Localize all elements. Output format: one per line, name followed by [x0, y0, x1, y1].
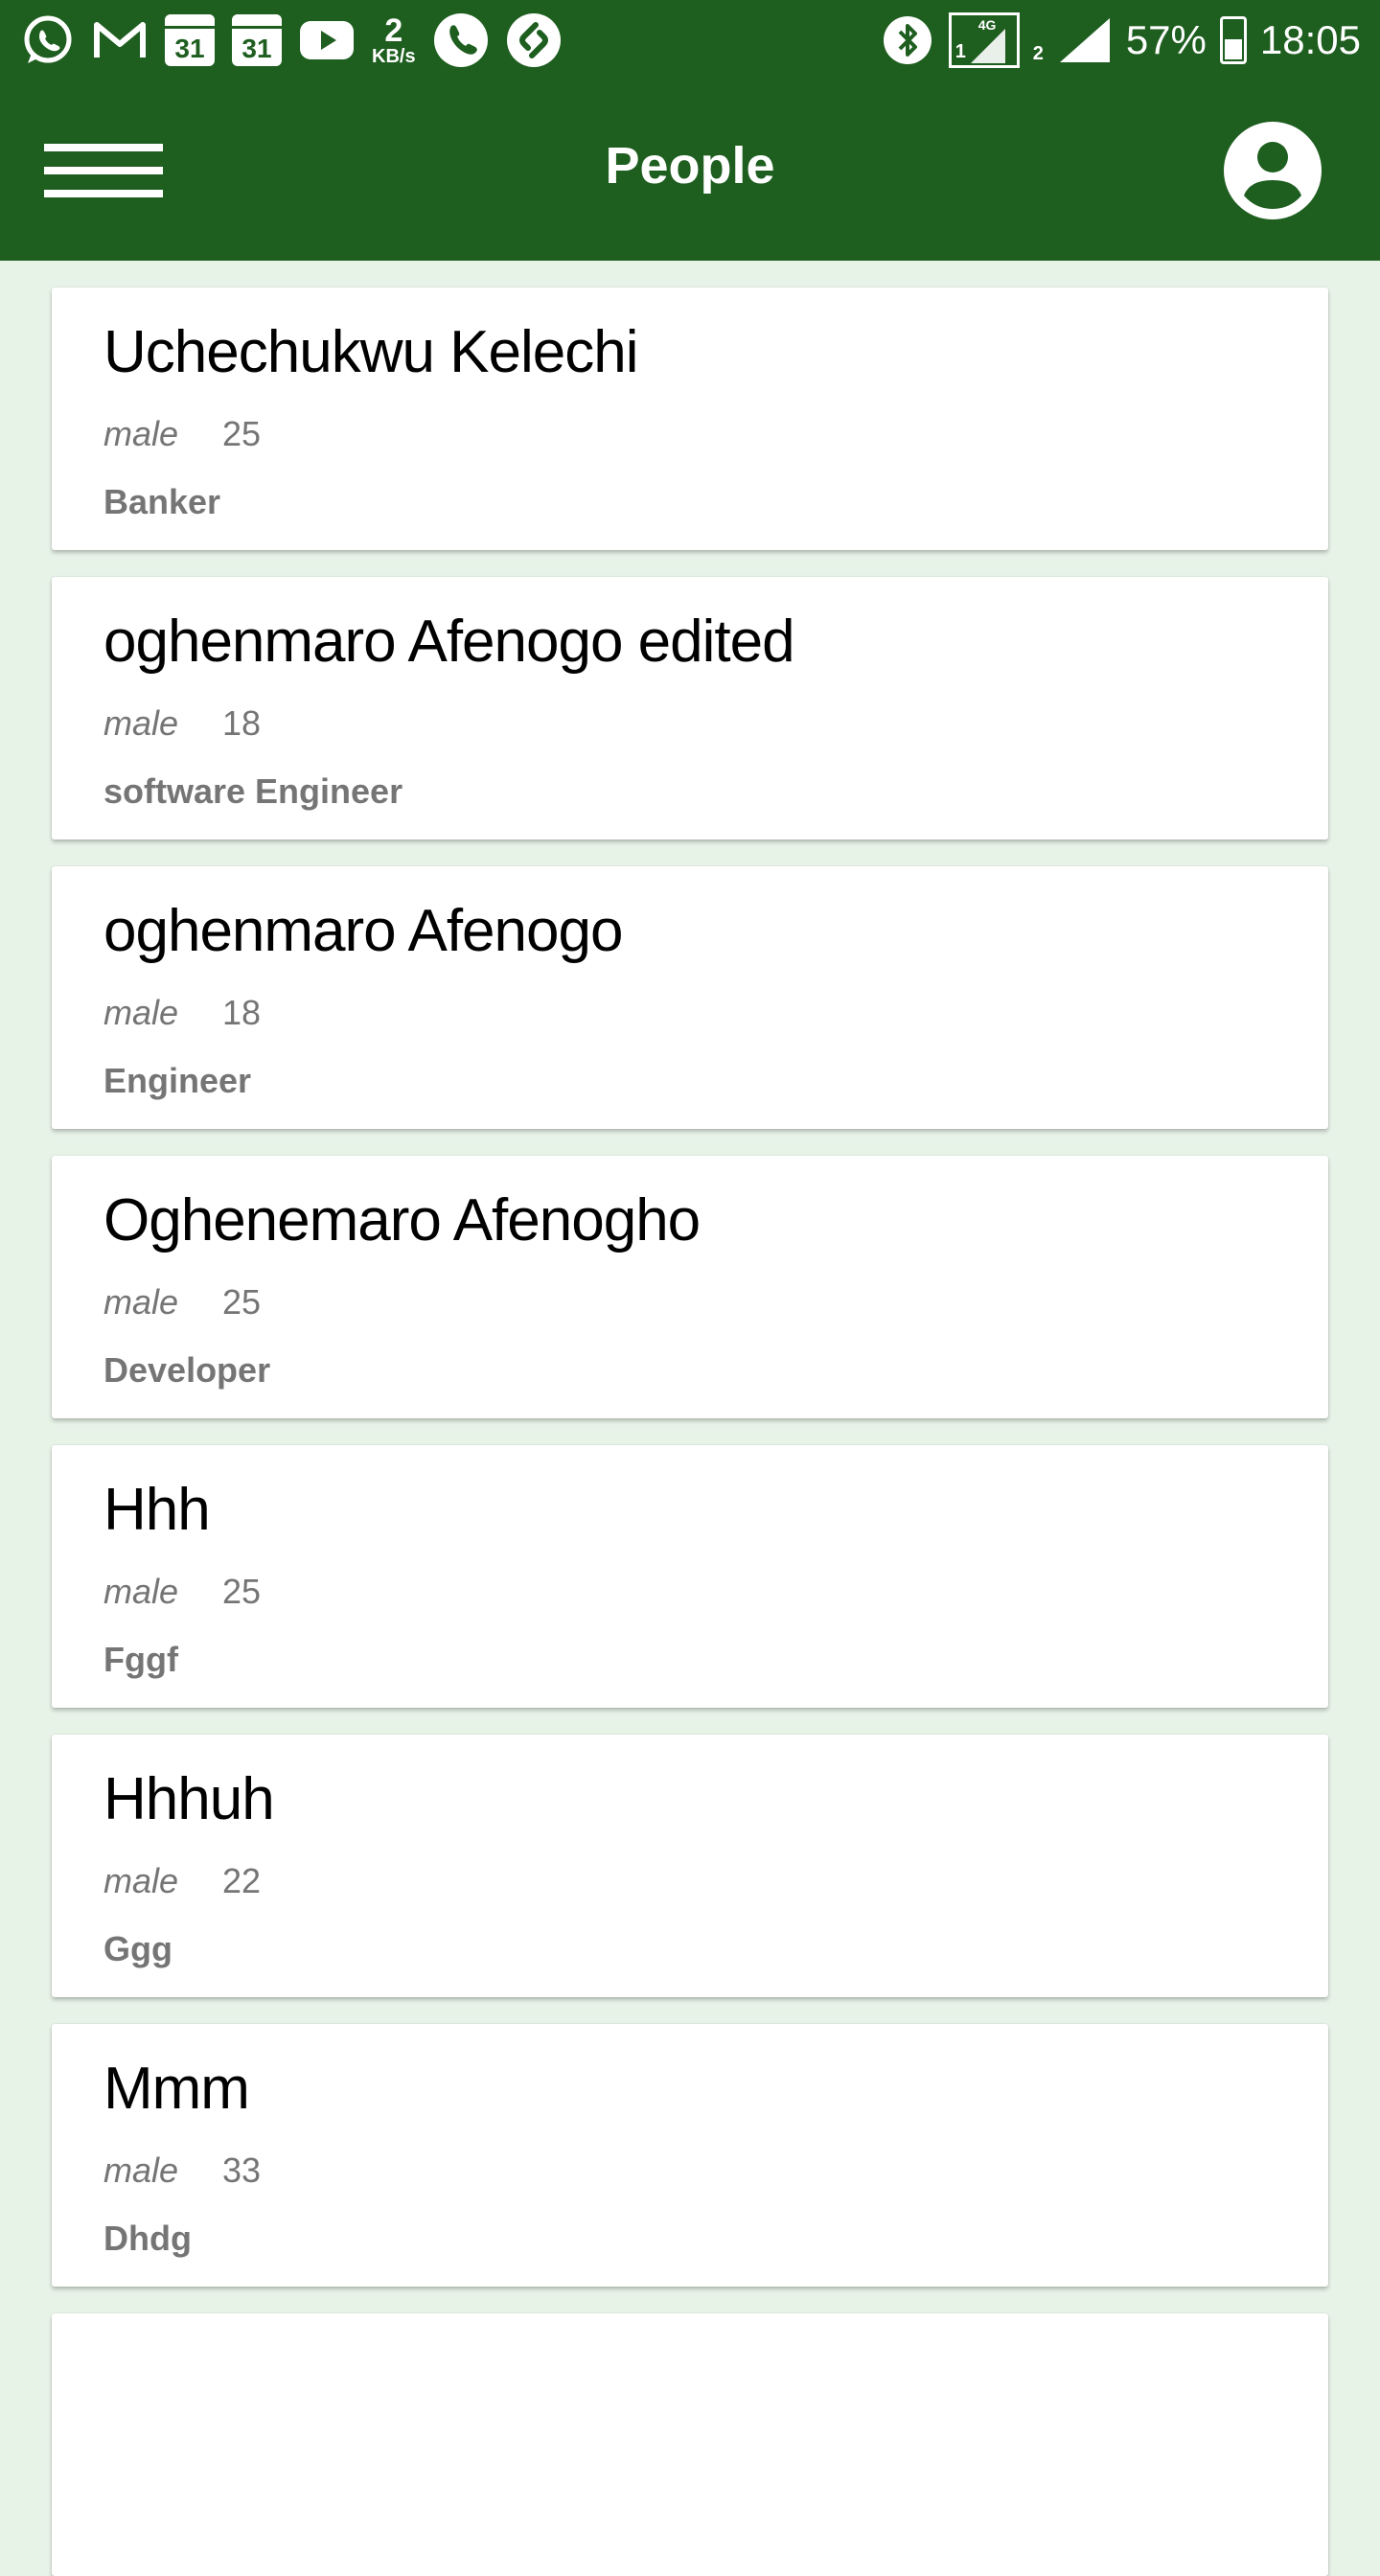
person-gender: male	[104, 1282, 179, 1322]
shazam-icon	[506, 12, 562, 68]
network-speed: 2 KB/s	[372, 14, 416, 66]
person-card[interactable]: Hhh male 25 Fggf	[52, 1445, 1328, 1708]
status-bar: 31 31 2 KB/s 4G 1 2 57% 18:05	[0, 0, 1380, 80]
person-occupation: Ggg	[104, 1929, 172, 1968]
person-gender: male	[104, 993, 179, 1032]
person-card[interactable]: Uchechukwu Kelechi male 25 Banker	[52, 288, 1328, 550]
person-age: 18	[222, 993, 262, 1032]
person-card[interactable]: Mmm male 33 Dhdg	[52, 2024, 1328, 2287]
person-card[interactable]: oghenmaro Afenogo edited male 18 software E…	[52, 577, 1328, 840]
system-status-icons: 4G 1 2 57% 18:05	[880, 10, 1361, 71]
person-card[interactable]: Oghenemaro Afenogho male 25 Developer	[52, 1156, 1328, 1418]
clock: 18:05	[1259, 17, 1361, 62]
battery-percent: 57%	[1125, 17, 1207, 62]
phone-icon	[433, 12, 489, 68]
person-age: 33	[222, 2150, 262, 2190]
person-age: 25	[222, 1282, 262, 1322]
bluetooth-icon	[880, 12, 935, 68]
person-name: Uchechukwu Kelechi	[104, 319, 639, 385]
sim2-label: 2	[1032, 43, 1044, 64]
person-occupation: software Engineer	[104, 771, 403, 811]
sim1-signal-icon: 4G 1	[948, 12, 1020, 68]
person-card[interactable]: Hhhuh male 22 Ggg	[52, 1735, 1328, 1997]
person-occupation: Developer	[104, 1350, 271, 1390]
calendar-icon: 31	[165, 14, 215, 66]
battery-fill	[1224, 38, 1242, 59]
person-gender: male	[104, 1861, 179, 1900]
calendar-icon: 31	[232, 14, 282, 66]
calendar-day: 31	[242, 34, 272, 63]
battery-icon	[1219, 16, 1247, 64]
whatsapp-icon	[19, 12, 75, 68]
person-age: 25	[222, 1572, 262, 1611]
person-gender: male	[104, 414, 179, 453]
sim2-signal-icon	[1057, 12, 1113, 68]
person-occupation: Banker	[104, 482, 221, 521]
person-gender: male	[104, 1572, 179, 1611]
person-card[interactable]: oghenmaro Afenogo male 18 Engineer	[52, 866, 1328, 1129]
app-bar: People	[0, 80, 1380, 261]
person-age: 25	[222, 414, 262, 453]
person-occupation: Fggf	[104, 1640, 178, 1679]
calendar-day: 31	[174, 34, 205, 63]
person-occupation: Dhdg	[104, 2219, 192, 2258]
person-name: oghenmaro Afenogo	[104, 898, 623, 964]
network-speed-unit: KB/s	[372, 46, 416, 67]
person-name: oghenmaro Afenogo edited	[104, 609, 795, 675]
page-title: People	[605, 137, 775, 195]
person-occupation: Engineer	[104, 1061, 252, 1100]
person-card-partial[interactable]	[52, 2313, 1328, 2576]
youtube-icon	[299, 12, 355, 68]
notification-icons: 31 31 2 KB/s	[19, 10, 562, 71]
network-speed-value: 2	[384, 12, 403, 49]
person-gender: male	[104, 703, 179, 743]
person-name: Hhh	[104, 1477, 211, 1543]
gmail-icon	[92, 12, 148, 68]
person-name: Oghenemaro Afenogho	[104, 1187, 701, 1254]
person-name: Hhhuh	[104, 1766, 275, 1832]
account-circle-icon[interactable]	[1223, 121, 1322, 220]
person-age: 22	[222, 1861, 262, 1900]
person-gender: male	[104, 2150, 179, 2190]
person-age: 18	[222, 703, 262, 743]
person-name: Mmm	[104, 2056, 250, 2122]
